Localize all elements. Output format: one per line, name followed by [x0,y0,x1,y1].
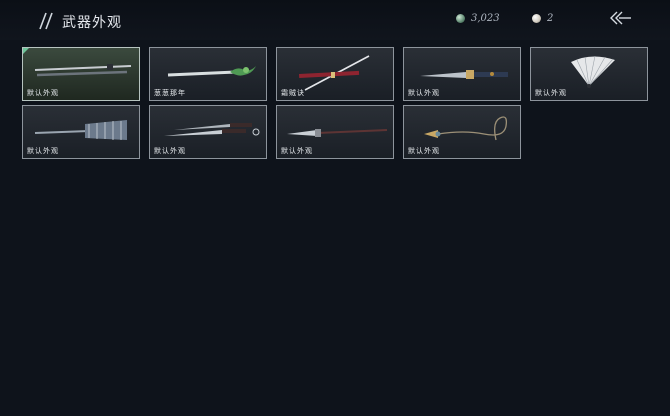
weapon-card-4[interactable]: 默认外观 [530,47,648,101]
weapon-label: 默认外观 [154,147,186,155]
weapon-label: 默认外观 [281,147,313,155]
pearl-currency: 2 [532,11,553,25]
page-title: 武器外观 [62,15,122,31]
top-bar: 武器外观 3,023 2 [0,0,670,40]
jade-coin-icon [456,13,465,23]
weapon-card-3[interactable]: 默认外观 [403,47,521,101]
pearl-icon [532,13,541,23]
weapon-card-7[interactable]: 默认外观 [276,105,394,159]
slash-menu-icon[interactable] [38,11,56,31]
weapon-label: 默认外观 [27,147,59,155]
weapon-label: 默认外观 [535,89,567,97]
weapon-label: 默认外观 [27,89,59,97]
weapon-card-1[interactable]: 葱葱那年 [149,47,267,101]
weapon-card-8[interactable]: 默认外观 [403,105,521,159]
weapon-label: 葱葱那年 [154,89,186,97]
back-arrow-icon[interactable] [610,10,632,26]
weapon-card-0[interactable]: 默认外观 [22,47,140,101]
weapon-label: 默认外观 [408,89,440,97]
weapon-card-2[interactable]: 霜贼诀 [276,47,394,101]
weapon-label: 霜贼诀 [281,89,305,97]
pearl-currency-value: 2 [547,12,554,24]
jade-currency: 3,023 [456,11,500,25]
jade-currency-value: 3,023 [471,12,500,24]
weapon-label: 默认外观 [408,147,440,155]
weapon-card-5[interactable]: 默认外观 [22,105,140,159]
weapon-card-6[interactable]: 默认外观 [149,105,267,159]
